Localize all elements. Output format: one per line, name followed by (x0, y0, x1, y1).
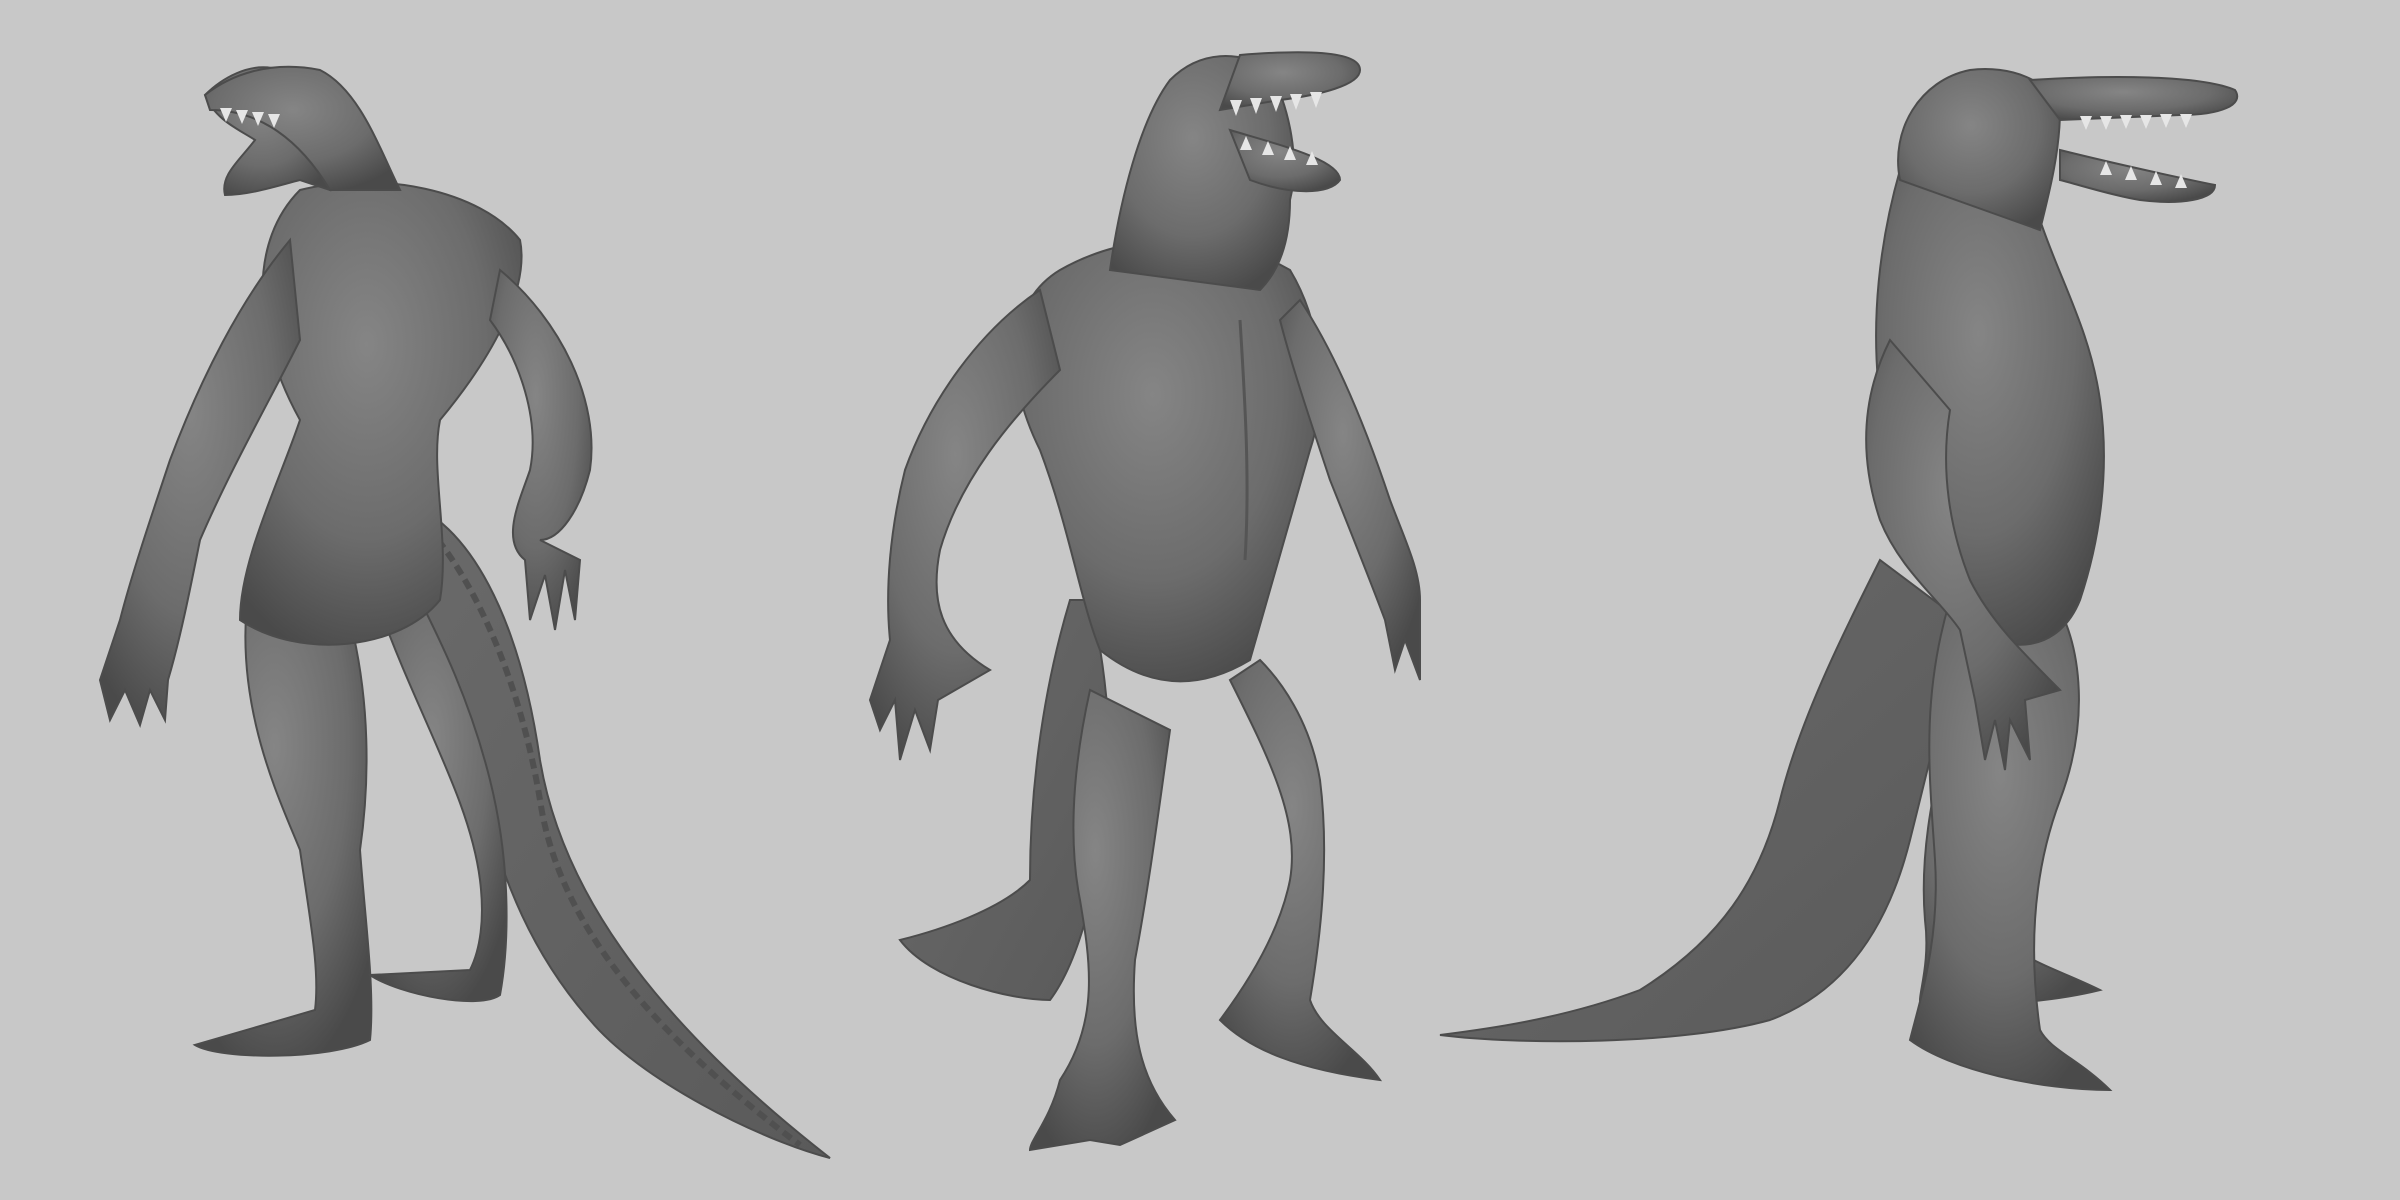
render-viewport[interactable] (0, 0, 2400, 1200)
upper-jaw (2028, 76, 2238, 122)
render-canvas[interactable] (0, 0, 2400, 1200)
